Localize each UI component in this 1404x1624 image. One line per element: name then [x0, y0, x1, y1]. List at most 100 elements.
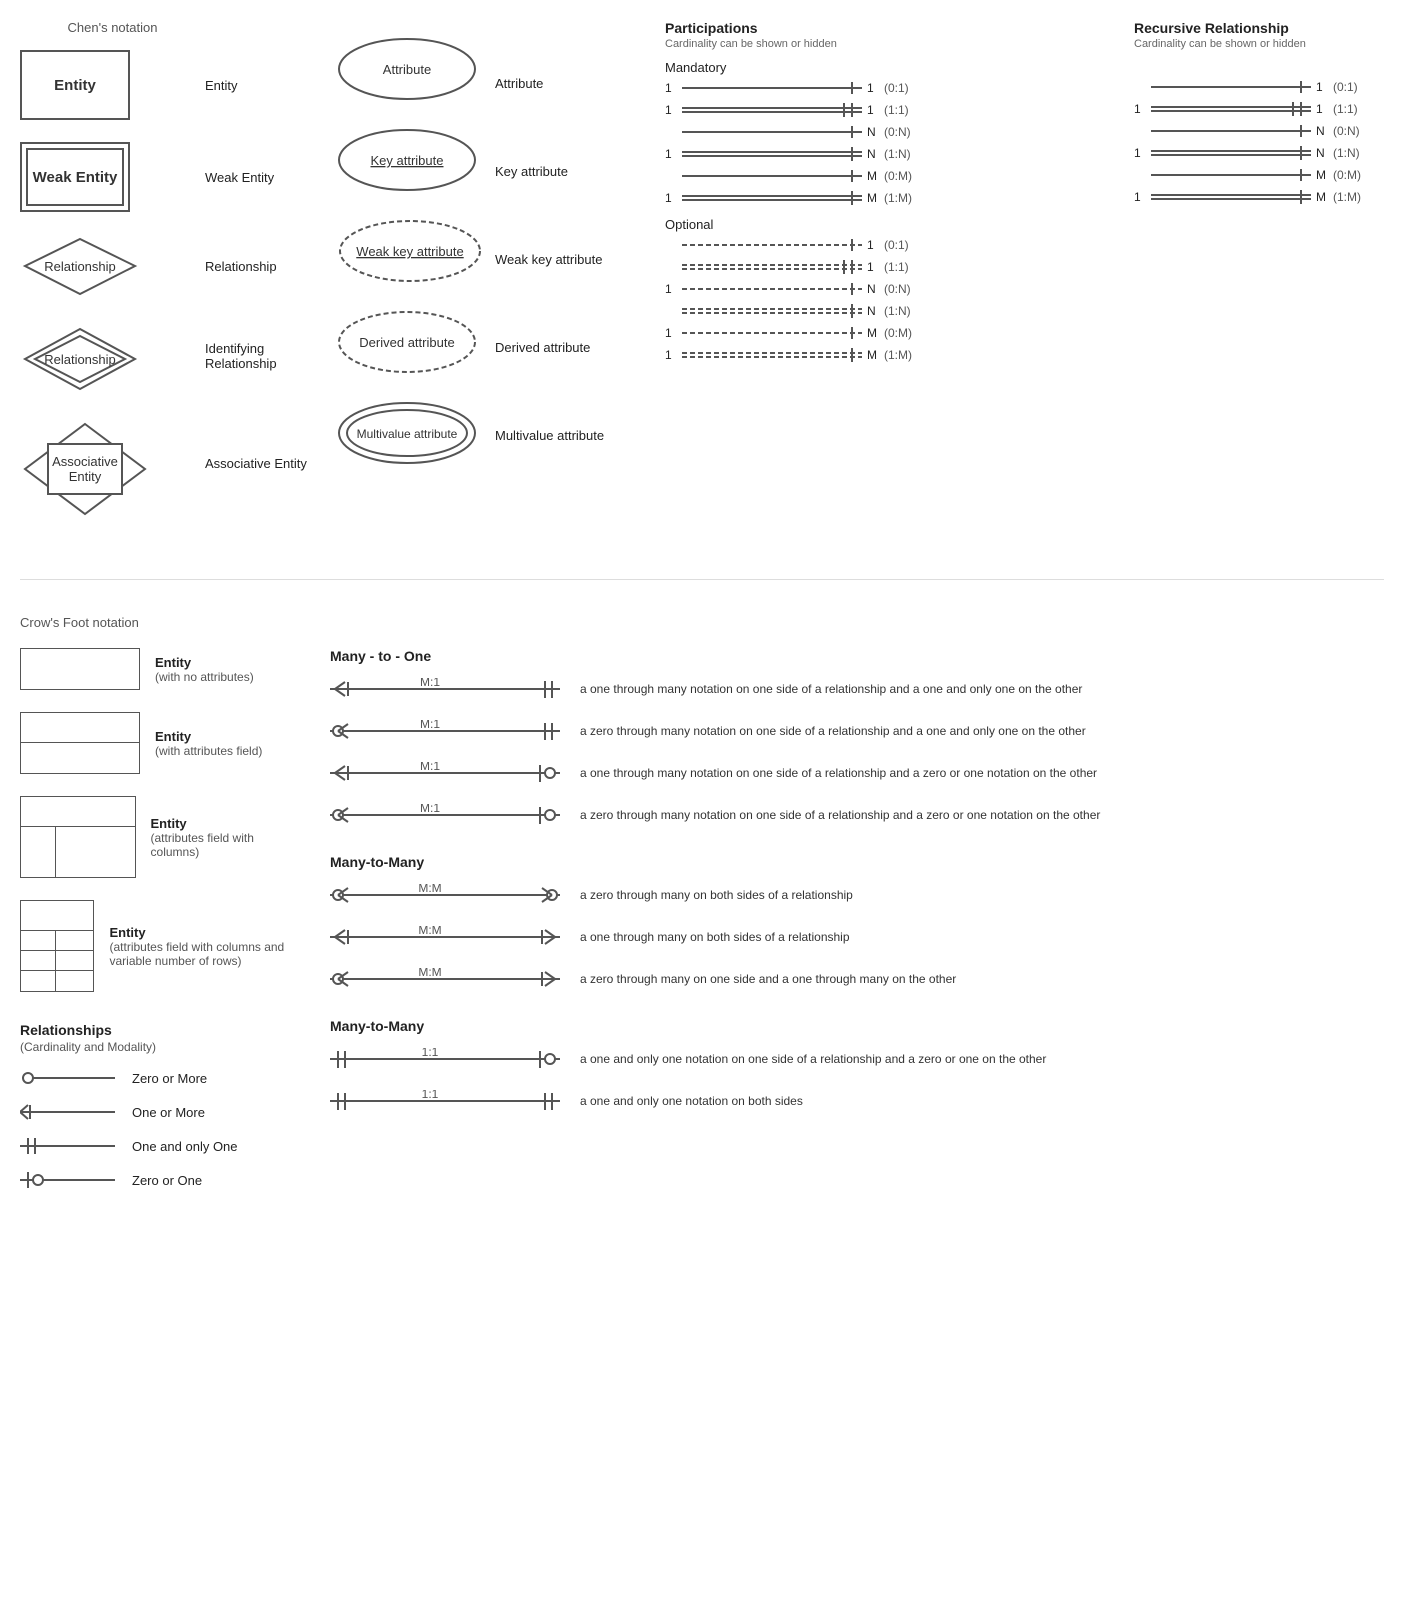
entity-shape: Entity [20, 50, 130, 120]
mand-left-1: 1 [665, 81, 677, 95]
rec-notation-1: (0:1) [1333, 80, 1358, 94]
section-divider [20, 579, 1384, 580]
m1-line-1: M:1 [330, 678, 570, 700]
one-only-label: One and only One [132, 1139, 238, 1154]
opt-row-4: N (1:N) [665, 304, 1114, 318]
one-one-line-2: 1:1 [330, 1090, 570, 1112]
key-attr-label: Key attribute [495, 136, 655, 206]
opt-right-2: 1 [867, 260, 879, 274]
weak-key-attribute-ellipse: Weak key attribute [335, 216, 485, 286]
key-attr-text: Key attribute [495, 164, 568, 179]
opt-right-5: M [867, 326, 879, 340]
opt-left-3: 1 [665, 282, 677, 296]
rec-notation-4: (1:N) [1333, 146, 1360, 160]
weak-entity-label: Weak Entity [205, 142, 335, 212]
mand-notation-4: (1:N) [884, 147, 911, 161]
entity-label: Entity [205, 50, 335, 120]
cf-entity-cols-box [20, 796, 136, 878]
svg-text:1:1: 1:1 [422, 1090, 439, 1101]
mand-row-4: 1 N (1:N) [665, 147, 1114, 161]
relationship-label: Relationship [205, 234, 335, 299]
cf-entity-simple-label: Entity (with no attributes) [155, 655, 254, 684]
zero-one-label: Zero or One [132, 1173, 202, 1188]
opt-right-3: N [867, 282, 879, 296]
one-one-line-1: 1:1 [330, 1048, 570, 1070]
zero-one-icon [20, 1170, 120, 1190]
m1-line-3: M:1 [330, 762, 570, 784]
mm-row-1: M:M a zero through many on both sides of… [330, 884, 1384, 906]
optional-label: Optional [665, 217, 1114, 232]
cf-entity-simple: Entity (with no attributes) [20, 648, 300, 690]
derived-text: Derived attribute [495, 340, 590, 355]
mm-desc-2: a one through many on both sides of a re… [580, 930, 850, 944]
rec-line-3 [1151, 125, 1311, 137]
mandatory-label: Mandatory [665, 60, 1114, 75]
rec-row-1: 1 (0:1) [1134, 80, 1384, 94]
m1-row-3: M:1 a one through many notation on one s… [330, 762, 1384, 784]
many-to-many2-header: Many-to-Many [330, 1018, 1384, 1034]
cf-entity-rows: Entity (attributes field with columns an… [20, 900, 300, 992]
weak-entity-text: Weak Entity [205, 170, 274, 185]
crows-middle-panel: Many - to - One M:1 a one [330, 648, 1384, 1204]
rec-row-3: N (0:N) [1134, 124, 1384, 138]
mand-line-4 [682, 147, 862, 161]
cf-entity-attrs: Entity (with attributes field) [20, 712, 300, 774]
m1-line-4: M:1 [330, 804, 570, 826]
opt-line-4 [682, 304, 862, 318]
cf-entity-attrs-box [20, 712, 140, 774]
rec-line-6 [1151, 190, 1311, 204]
participations-panel: Participations Cardinality can be shown … [655, 20, 1114, 544]
svg-text:M:1: M:1 [420, 678, 440, 689]
svg-text:1:1: 1:1 [422, 1048, 439, 1059]
cf-entity-rows-label: Entity (attributes field with columns an… [109, 925, 300, 968]
opt-line-5 [682, 327, 862, 339]
relationship-text: Relationship [205, 259, 277, 274]
recursive-header: Recursive Relationship [1134, 20, 1384, 36]
relationship-diamond: Relationship [20, 234, 140, 299]
mm-line-1: M:M [330, 884, 570, 906]
opt-right-1: 1 [867, 238, 879, 252]
rec-notation-2: (1:1) [1333, 102, 1358, 116]
mand-line-3 [682, 126, 862, 138]
recursive-sub: Cardinality can be shown or hidden [1134, 38, 1384, 50]
svg-text:Relationship: Relationship [44, 352, 116, 367]
one-one-row-2: 1:1 a one and only one notation on both … [330, 1090, 1384, 1112]
identifying-relationship-diamond: Relationship [20, 324, 140, 394]
one-one-desc-2: a one and only one notation on both side… [580, 1094, 803, 1108]
many-to-many-header: Many-to-Many [330, 854, 1384, 870]
chens-attributes-panel: Attribute Key attribute Weak key attribu… [335, 20, 495, 544]
chens-entity-labels: Entity Weak Entity Relationship Identify… [205, 20, 335, 544]
opt-left-6: 1 [665, 348, 677, 362]
opt-notation-2: (1:1) [884, 260, 909, 274]
m1-desc-2: a zero through many notation on one side… [580, 724, 1086, 738]
opt-notation-5: (0:M) [884, 326, 912, 340]
mand-right-4: N [867, 147, 879, 161]
mand-row-6: 1 M (1:M) [665, 191, 1114, 205]
associative-entity-shape: Associative Entity [20, 419, 150, 519]
svg-text:M:M: M:M [418, 884, 441, 895]
multivalue-text: Multivalue attribute [495, 428, 604, 443]
mand-notation-1: (0:1) [884, 81, 909, 95]
zero-more-label: Zero or More [132, 1071, 207, 1086]
one-one-desc-1: a one and only one notation on one side … [580, 1052, 1046, 1066]
weak-key-attr-label: Weak key attribute [495, 224, 655, 294]
participations-sub: Cardinality can be shown or hidden [665, 38, 1114, 50]
chens-header: Chen's notation [20, 20, 205, 35]
rec-left-6: 1 [1134, 190, 1146, 204]
svg-text:Relationship: Relationship [44, 259, 116, 274]
rec-line-2 [1151, 102, 1311, 116]
mand-line-5 [682, 170, 862, 182]
mm-desc-1: a zero through many on both sides of a r… [580, 888, 853, 902]
svg-text:Weak key attribute: Weak key attribute [356, 244, 463, 259]
svg-text:M:1: M:1 [420, 804, 440, 815]
mm-line-2: M:M [330, 926, 570, 948]
opt-row-5: 1 M (0:M) [665, 326, 1114, 340]
mand-notation-5: (0:M) [884, 169, 912, 183]
chens-notation-panel: Chen's notation Entity Weak Entity Relat… [20, 20, 205, 544]
mand-row-5: M (0:M) [665, 169, 1114, 183]
rec-left-2: 1 [1134, 102, 1146, 116]
svg-text:M:M: M:M [418, 968, 441, 979]
rec-notation-5: (0:M) [1333, 168, 1361, 182]
attr-label: Attribute [495, 48, 655, 118]
recursive-panel: Recursive Relationship Cardinality can b… [1114, 20, 1384, 544]
